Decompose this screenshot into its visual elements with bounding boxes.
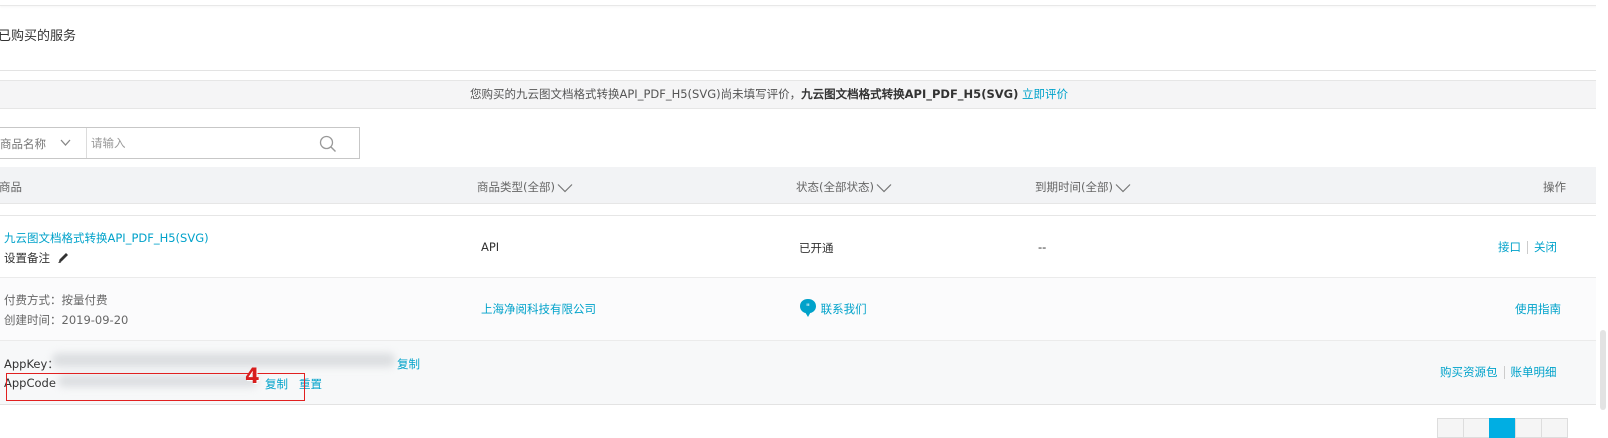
page-next-button[interactable] <box>1541 418 1568 438</box>
search-field-select[interactable]: 商品名称 <box>0 128 87 158</box>
divider <box>1503 366 1505 379</box>
chevron-down-icon <box>557 183 573 192</box>
page-button[interactable] <box>1463 418 1490 438</box>
product-status: 已开通 <box>799 241 834 255</box>
notice-product: 九云图文档格式转换API_PDF_H5(SVG) <box>801 87 1019 101</box>
title-divider <box>0 70 1608 71</box>
chat-bubble-icon: " <box>800 299 816 317</box>
annotation-highlight-box <box>6 373 305 401</box>
row-actions-billing: 购买资源包 账单明细 <box>1440 364 1557 380</box>
page-button[interactable] <box>1515 418 1542 438</box>
header-expiry-label: 到期时间(全部) <box>1035 180 1113 194</box>
notice-text: 您购买的九云图文档格式转换API_PDF_H5(SVG)尚未填写评价， <box>470 87 802 101</box>
chevron-down-icon <box>60 139 71 146</box>
usage-guide-link[interactable]: 使用指南 <box>1515 301 1561 317</box>
product-name-link[interactable]: 九云图文档格式转换API_PDF_H5(SVG) <box>4 230 209 246</box>
review-now-link[interactable]: 立即评价 <box>1022 87 1068 101</box>
header-status-label: 状态(全部状态) <box>796 180 874 194</box>
contact-us-label: 联系我们 <box>820 302 867 316</box>
annotation-step-number: 4 <box>245 364 260 388</box>
pencil-icon <box>58 253 68 263</box>
chevron-down-icon <box>1115 183 1131 192</box>
product-expiry: -- <box>1038 240 1047 254</box>
table-row-details: 付费方式：按量付费 创建时间：2019-09-20 上海净阅科技有限公司 " 联… <box>0 278 1608 341</box>
svg-text:": " <box>806 303 810 313</box>
billing-method: 付费方式：按量付费 <box>4 293 108 307</box>
table-row: 九云图文档格式转换API_PDF_H5(SVG) 设置备注 API 已开通 --… <box>0 215 1608 278</box>
search-icon[interactable] <box>319 135 337 153</box>
divider <box>1527 241 1528 254</box>
chevron-down-icon <box>876 183 892 192</box>
row-actions: 接口 关闭 <box>1498 239 1557 255</box>
created-time: 创建时间：2019-09-20 <box>4 313 129 327</box>
header-expiry-filter[interactable]: 到期时间(全部) <box>1035 179 1131 195</box>
bill-detail-link[interactable]: 账单明细 <box>1511 365 1557 379</box>
page-prev-button[interactable] <box>1437 418 1464 438</box>
api-link[interactable]: 接口 <box>1498 240 1521 254</box>
review-notice: 您购买的九云图文档格式转换API_PDF_H5(SVG)尚未填写评价，九云图文档… <box>0 80 1608 109</box>
page-title: 已购买的服务 <box>0 29 77 44</box>
header-type-filter[interactable]: 商品类型(全部) <box>477 179 573 195</box>
header-type-label: 商品类型(全部) <box>477 180 555 194</box>
pagination <box>1437 418 1597 438</box>
scrollbar-thumb[interactable] <box>1600 330 1606 410</box>
close-link[interactable]: 关闭 <box>1534 240 1557 254</box>
set-remark[interactable]: 设置备注 <box>4 250 70 266</box>
search-input[interactable] <box>91 133 311 153</box>
search-field-value: 商品名称 <box>0 137 46 151</box>
top-bar <box>0 0 1608 6</box>
appkey-copy-link[interactable]: 复制 <box>397 356 420 372</box>
vendor-link[interactable]: 上海净阅科技有限公司 <box>481 301 596 317</box>
page-button-current[interactable] <box>1489 418 1516 438</box>
buy-package-link[interactable]: 购买资源包 <box>1440 365 1498 379</box>
header-actions: 操作 <box>1543 180 1566 194</box>
table-header: 商品 商品类型(全部) 状态(全部状态) 到期时间(全部) 操作 <box>0 167 1608 204</box>
remark-label: 设置备注 <box>4 251 50 265</box>
contact-us-link[interactable]: " 联系我们 <box>799 298 867 318</box>
appkey-value-redacted <box>52 353 395 367</box>
product-type: API <box>481 240 500 254</box>
header-product: 商品 <box>0 180 22 194</box>
search-bar: 商品名称 <box>0 127 360 159</box>
appkey-label: AppKey： <box>4 357 59 371</box>
header-status-filter[interactable]: 状态(全部状态) <box>796 179 892 195</box>
